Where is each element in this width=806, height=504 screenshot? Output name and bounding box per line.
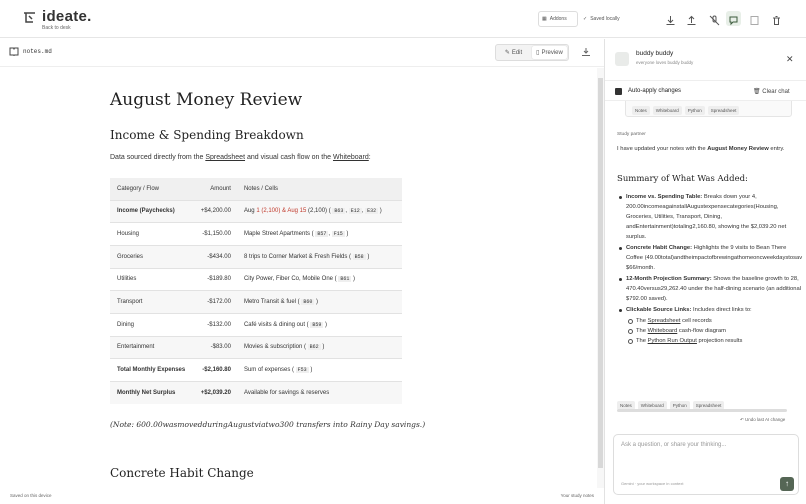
list-item: The Python Run Output projection results bbox=[627, 336, 803, 346]
tag[interactable]: Spreadsheet bbox=[707, 106, 740, 115]
edit-tab[interactable]: ✎ Edit bbox=[496, 45, 531, 60]
upload-icon[interactable] bbox=[686, 13, 697, 25]
send-icon[interactable]: ↑ bbox=[780, 477, 794, 491]
undo-button[interactable]: ↶ Undo last AI change bbox=[740, 417, 785, 423]
document-preview: August Money Review Income & Spending Br… bbox=[0, 68, 596, 489]
preview-tab[interactable]: ▯ Preview bbox=[532, 46, 567, 59]
check-icon: ✓ bbox=[583, 16, 588, 22]
section-heading: Income & Spending Breakdown bbox=[110, 128, 304, 142]
column-header: Notes / Cells bbox=[236, 178, 402, 200]
list-item: Concrete Habit Change: Highlights the 9 … bbox=[617, 243, 803, 273]
spreadsheet-link[interactable]: Spreadsheet bbox=[205, 154, 245, 161]
input-placeholder: Ask a question, or share your thinking..… bbox=[621, 442, 727, 448]
spreadsheet-link[interactable]: Spreadsheet bbox=[648, 318, 681, 324]
whiteboard-link[interactable]: Whiteboard bbox=[648, 328, 678, 334]
sender-label: Study partner bbox=[617, 132, 646, 137]
whiteboard-link[interactable]: Whiteboard bbox=[333, 154, 369, 161]
avatar bbox=[615, 52, 629, 66]
chat-toggle-icon[interactable] bbox=[726, 11, 741, 26]
logo-icon bbox=[24, 12, 35, 23]
auto-apply-label: Auto-apply changes bbox=[628, 88, 682, 94]
assistant-name: buddy buddy bbox=[636, 50, 674, 57]
list-item: The Spreadsheet cell records bbox=[627, 316, 803, 326]
table-header: Category / Flow Amount Notes / Cells bbox=[110, 178, 402, 200]
sub-list: The Spreadsheet cell records The Whitebo… bbox=[617, 316, 803, 346]
pencil-icon: ✎ bbox=[504, 50, 510, 56]
table-row: Utilities -$189.80 City Power, Fiber Co, M… bbox=[110, 267, 402, 291]
close-icon[interactable]: ✕ bbox=[786, 54, 794, 65]
book-icon bbox=[9, 47, 19, 56]
status-bar: Saved on this device Your study notes bbox=[0, 489, 604, 504]
note-text: (Note: 600.00wasmovedduringAugustviatwo3… bbox=[110, 420, 426, 429]
top-bar: ideate. Back to desk ▦ Addons ✓ Saved loca… bbox=[0, 0, 806, 38]
saved-status: Saved on this device bbox=[10, 493, 52, 498]
scroll-thumb[interactable] bbox=[598, 78, 603, 468]
money-table: Category / Flow Amount Notes / Cells Incom… bbox=[110, 178, 402, 405]
section-heading: Concrete Habit Change bbox=[110, 466, 254, 480]
view-toggle: ✎ Edit ▯ Preview bbox=[495, 44, 569, 61]
mic-off-icon[interactable] bbox=[709, 13, 720, 26]
file-name: notes.md bbox=[23, 48, 52, 55]
chat-header: buddy buddy everyone loves buddy buddy ✕ bbox=[605, 39, 806, 79]
doc-scrollbar[interactable] bbox=[597, 68, 604, 488]
chat-history: Notes Whiteboard Python Spreadsheet Study p… bbox=[605, 101, 806, 409]
python-output-link[interactable]: Python Run Output bbox=[648, 338, 697, 344]
auto-apply-checkbox[interactable] bbox=[615, 88, 622, 95]
grid-icon: ▦ bbox=[542, 16, 547, 22]
download-icon[interactable] bbox=[581, 47, 591, 57]
scroll-thumb[interactable] bbox=[617, 409, 787, 412]
list-item: 12-Month Projection Summary: Shows the b… bbox=[617, 274, 803, 304]
back-to-desk-link[interactable]: Back to desk bbox=[42, 25, 71, 31]
table-row: Groceries -$434.00 8 trips to Corner Marke… bbox=[110, 244, 402, 269]
clear-chat-button[interactable]: 🗑 Clear chat bbox=[753, 88, 790, 95]
chat-panel: buddy buddy everyone loves buddy buddy ✕… bbox=[604, 39, 806, 504]
summary-list: Income vs. Spending Table: Breaks down y… bbox=[617, 192, 803, 346]
tag[interactable]: Notes bbox=[632, 106, 650, 115]
table-row: Transport -$172.00 Metro Transit & fuel ( … bbox=[110, 290, 402, 314]
context-label: Gemini · your workspace in context bbox=[621, 481, 684, 486]
download-icon[interactable] bbox=[665, 13, 676, 25]
chat-hscroll[interactable] bbox=[613, 408, 803, 413]
saved-status: ✓ Saved locally bbox=[583, 16, 620, 22]
list-item: Clickable Source Links: Includes direct … bbox=[617, 305, 803, 315]
book-icon: ▯ bbox=[536, 50, 540, 56]
study-notes-label: Your study notes bbox=[560, 493, 594, 498]
table-row: Income (Paychecks) +$4,200.00 Aug 1 (2,100… bbox=[110, 199, 402, 223]
auto-apply-bar: Auto-apply changes 🗑 Clear chat bbox=[605, 80, 806, 101]
tag[interactable]: Python bbox=[684, 106, 705, 115]
table-row: Dining -$132.00 Café visits & dining out (… bbox=[110, 312, 402, 337]
list-item: The Whiteboard cash-flow diagram bbox=[627, 326, 803, 336]
assistant-tagline: everyone loves buddy buddy bbox=[636, 60, 694, 65]
table-row: Monthly Net Surplus +$2,039.20 Available f… bbox=[110, 381, 402, 405]
addons-button[interactable]: ▦ Addons bbox=[538, 11, 578, 27]
column-header: Category / Flow bbox=[110, 178, 196, 200]
table-row: Entertainment -$83.00 Movies & subscriptio… bbox=[110, 335, 402, 359]
file-bar: notes.md ✎ Edit ▯ Preview bbox=[0, 39, 604, 67]
summary-heading: Summary of What Was Added: bbox=[617, 174, 748, 184]
doc-title: August Money Review bbox=[110, 90, 303, 110]
tag[interactable]: Whiteboard bbox=[652, 106, 682, 115]
column-header: Amount bbox=[195, 178, 237, 200]
tag-row: Notes Whiteboard Python Spreadsheet bbox=[632, 106, 740, 115]
table-row: Housing -$1,150.00 Maple Street Apartments… bbox=[110, 222, 402, 246]
list-item: Income vs. Spending Table: Breaks down y… bbox=[617, 192, 803, 242]
trash-icon[interactable] bbox=[771, 13, 782, 25]
app-name: ideate. bbox=[42, 8, 92, 25]
chat-input[interactable]: Ask a question, or share your thinking..… bbox=[613, 434, 799, 495]
previous-message-card: Notes Whiteboard Python Spreadsheet bbox=[625, 101, 792, 117]
panel-icon[interactable] bbox=[749, 13, 760, 25]
paragraph: Data sourced directly from the Spreadshe… bbox=[110, 154, 371, 161]
message-text: I have updated your notes with the Augus… bbox=[617, 146, 785, 152]
table-row: Total Monthly Expenses -$2,160.80 Sum of e… bbox=[110, 358, 402, 382]
